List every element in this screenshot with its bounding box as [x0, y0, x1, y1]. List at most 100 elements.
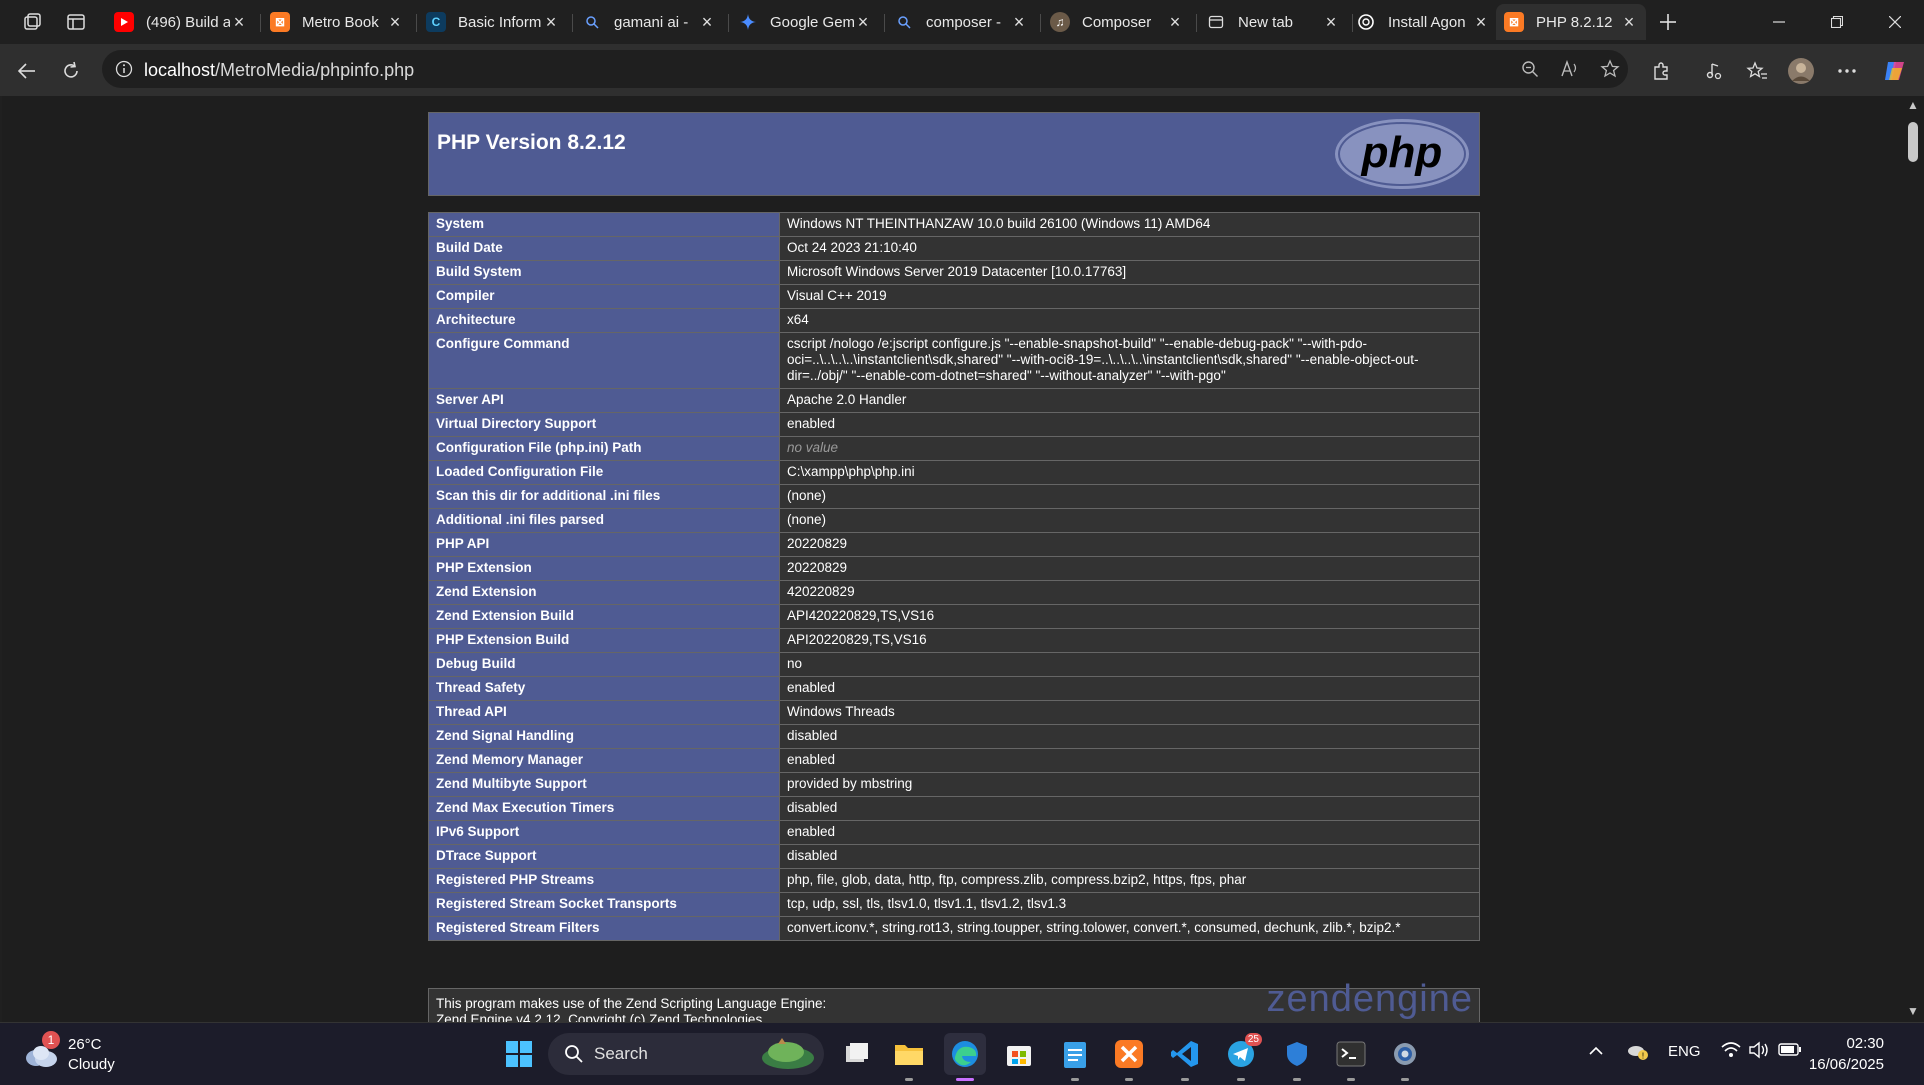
vertical-scrollbar[interactable]: ▲ ▼	[1902, 96, 1924, 1022]
tab-youtube[interactable]: (496) Build a ×	[106, 4, 256, 40]
table-row: Zend Signal Handling disabled	[428, 724, 1480, 749]
restore-button[interactable]	[1808, 0, 1866, 44]
close-tab-icon[interactable]: ×	[1010, 12, 1028, 33]
battery-icon[interactable]	[1778, 1041, 1802, 1061]
extensions-icon[interactable]	[1646, 56, 1676, 86]
weather-widget[interactable]: 1 26°C Cloudy	[22, 1031, 115, 1075]
row-value: no	[779, 652, 1480, 677]
scrollbar-thumb[interactable]	[1908, 122, 1918, 162]
workspaces-icon[interactable]	[16, 6, 48, 38]
volume-icon[interactable]	[1748, 1041, 1770, 1063]
close-tab-icon[interactable]: ×	[1322, 12, 1340, 33]
wifi-icon[interactable]	[1720, 1041, 1742, 1063]
search-icon	[894, 12, 914, 32]
php-logo[interactable]: php	[1333, 117, 1471, 196]
clock-date: 16/06/2025	[1808, 1056, 1884, 1073]
tab-separator	[260, 14, 261, 32]
table-row: Registered Stream Filters convert.iconv.*…	[428, 916, 1480, 941]
svg-text:!: !	[1642, 1052, 1644, 1061]
row-value: 20220829	[779, 556, 1480, 581]
tab-composer[interactable]: ♫ Composer ×	[1042, 4, 1192, 40]
edge-browser-icon[interactable]	[944, 1033, 986, 1081]
table-row: Thread API Windows Threads	[428, 700, 1480, 725]
taskbar-search[interactable]: Search	[548, 1033, 824, 1075]
tab-install-agon[interactable]: Install Agon ×	[1348, 4, 1498, 40]
copilot-icon[interactable]	[1880, 56, 1910, 86]
defender-shield-icon[interactable]	[1276, 1033, 1318, 1081]
table-row: Zend Multibyte Support provided by mbstri…	[428, 772, 1480, 797]
table-row: Build Date Oct 24 2023 21:10:40	[428, 236, 1480, 261]
profile-avatar[interactable]	[1786, 56, 1816, 86]
close-tab-icon[interactable]: ×	[1166, 12, 1184, 33]
zend-engine-logo[interactable]: zendengine	[1266, 980, 1473, 1018]
close-window-button[interactable]	[1866, 0, 1924, 44]
notepad-icon[interactable]	[1054, 1033, 1096, 1081]
start-button[interactable]	[498, 1033, 540, 1075]
row-value: enabled	[779, 412, 1480, 437]
task-view-icon[interactable]	[836, 1033, 878, 1075]
clock-time: 02:30	[1846, 1035, 1884, 1052]
close-tab-icon[interactable]: ×	[1472, 12, 1490, 33]
telegram-icon[interactable]: 25	[1220, 1033, 1262, 1081]
xampp-icon: ⊠	[270, 12, 290, 32]
more-menu-icon[interactable]	[1832, 56, 1862, 86]
xampp-icon[interactable]	[1108, 1033, 1150, 1081]
url-text[interactable]: localhost/MetroMedia/phpinfo.php	[144, 60, 414, 81]
read-aloud-icon[interactable]	[1558, 57, 1582, 81]
row-value: enabled	[779, 820, 1480, 845]
scroll-up-arrow-icon[interactable]: ▲	[1907, 98, 1919, 112]
row-value: x64	[779, 308, 1480, 333]
xampp-icon: ⊠	[1504, 12, 1524, 32]
tab-php-info[interactable]: ⊠ PHP 8.2.12 ×	[1496, 4, 1646, 40]
close-tab-icon[interactable]: ×	[1620, 12, 1638, 33]
close-tab-icon[interactable]: ×	[542, 12, 560, 33]
row-label: Architecture	[428, 308, 780, 333]
tab-basic-inform[interactable]: C Basic Inform ×	[418, 4, 568, 40]
close-tab-icon[interactable]: ×	[230, 12, 248, 33]
language-indicator[interactable]: ENG	[1668, 1043, 1701, 1060]
search-label: Search	[594, 1044, 648, 1063]
row-value: no value	[779, 436, 1480, 461]
site-info-icon[interactable]	[112, 57, 136, 81]
row-value: tcp, udp, ssl, tls, tlsv1.0, tlsv1.1, tl…	[779, 892, 1480, 917]
refresh-button[interactable]	[56, 56, 86, 86]
row-label: Registered Stream Filters	[428, 916, 780, 941]
search-highlight-icon	[762, 1038, 814, 1069]
onedrive-warning-icon[interactable]: !	[1626, 1041, 1650, 1065]
table-row: Scan this dir for additional .ini files(…	[428, 484, 1480, 509]
row-value: Oct 24 2023 21:10:40	[779, 236, 1480, 261]
chatgpt-icon	[1356, 12, 1376, 32]
svg-text:php: php	[1361, 128, 1443, 177]
close-tab-icon[interactable]: ×	[386, 12, 404, 33]
tab-metro-book[interactable]: ⊠ Metro Book ×	[262, 4, 412, 40]
table-row: Server API Apache 2.0 Handler	[428, 388, 1480, 413]
tab-composer-search[interactable]: composer - ×	[886, 4, 1036, 40]
zoom-icon[interactable]	[1518, 57, 1542, 81]
new-tab-button[interactable]	[1652, 6, 1684, 38]
row-label: Zend Memory Manager	[428, 748, 780, 773]
favorite-star-icon[interactable]	[1598, 57, 1622, 81]
back-button[interactable]	[12, 56, 42, 86]
address-bar[interactable]: localhost/MetroMedia/phpinfo.php	[102, 50, 1628, 88]
table-row: Additional .ini files parsed (none)	[428, 508, 1480, 533]
close-tab-icon[interactable]: ×	[854, 12, 872, 33]
settings-gear-icon[interactable]	[1384, 1033, 1426, 1081]
minimize-button[interactable]	[1750, 0, 1808, 44]
terminal-icon[interactable]	[1330, 1033, 1372, 1081]
row-label: DTrace Support	[428, 844, 780, 869]
favorites-icon[interactable]	[1742, 56, 1772, 86]
system-clock[interactable]: 02:30 16/06/2025	[1809, 1033, 1884, 1075]
weather-description: Cloudy	[68, 1056, 115, 1073]
show-hidden-icons-chevron-icon[interactable]	[1588, 1043, 1604, 1060]
media-control-icon[interactable]	[1698, 56, 1728, 86]
vscode-icon[interactable]	[1164, 1033, 1206, 1081]
scroll-down-arrow-icon[interactable]: ▼	[1907, 1004, 1919, 1018]
tab-new-tab[interactable]: New tab ×	[1198, 4, 1348, 40]
row-value: disabled	[779, 724, 1480, 749]
microsoft-store-icon[interactable]	[998, 1033, 1040, 1075]
tab-google-gemini[interactable]: Google Gem ×	[730, 4, 880, 40]
vertical-tabs-icon[interactable]	[60, 6, 92, 38]
close-tab-icon[interactable]: ×	[698, 12, 716, 33]
tab-gamani-ai[interactable]: gamani ai - ×	[574, 4, 724, 40]
file-explorer-icon[interactable]	[888, 1033, 930, 1081]
